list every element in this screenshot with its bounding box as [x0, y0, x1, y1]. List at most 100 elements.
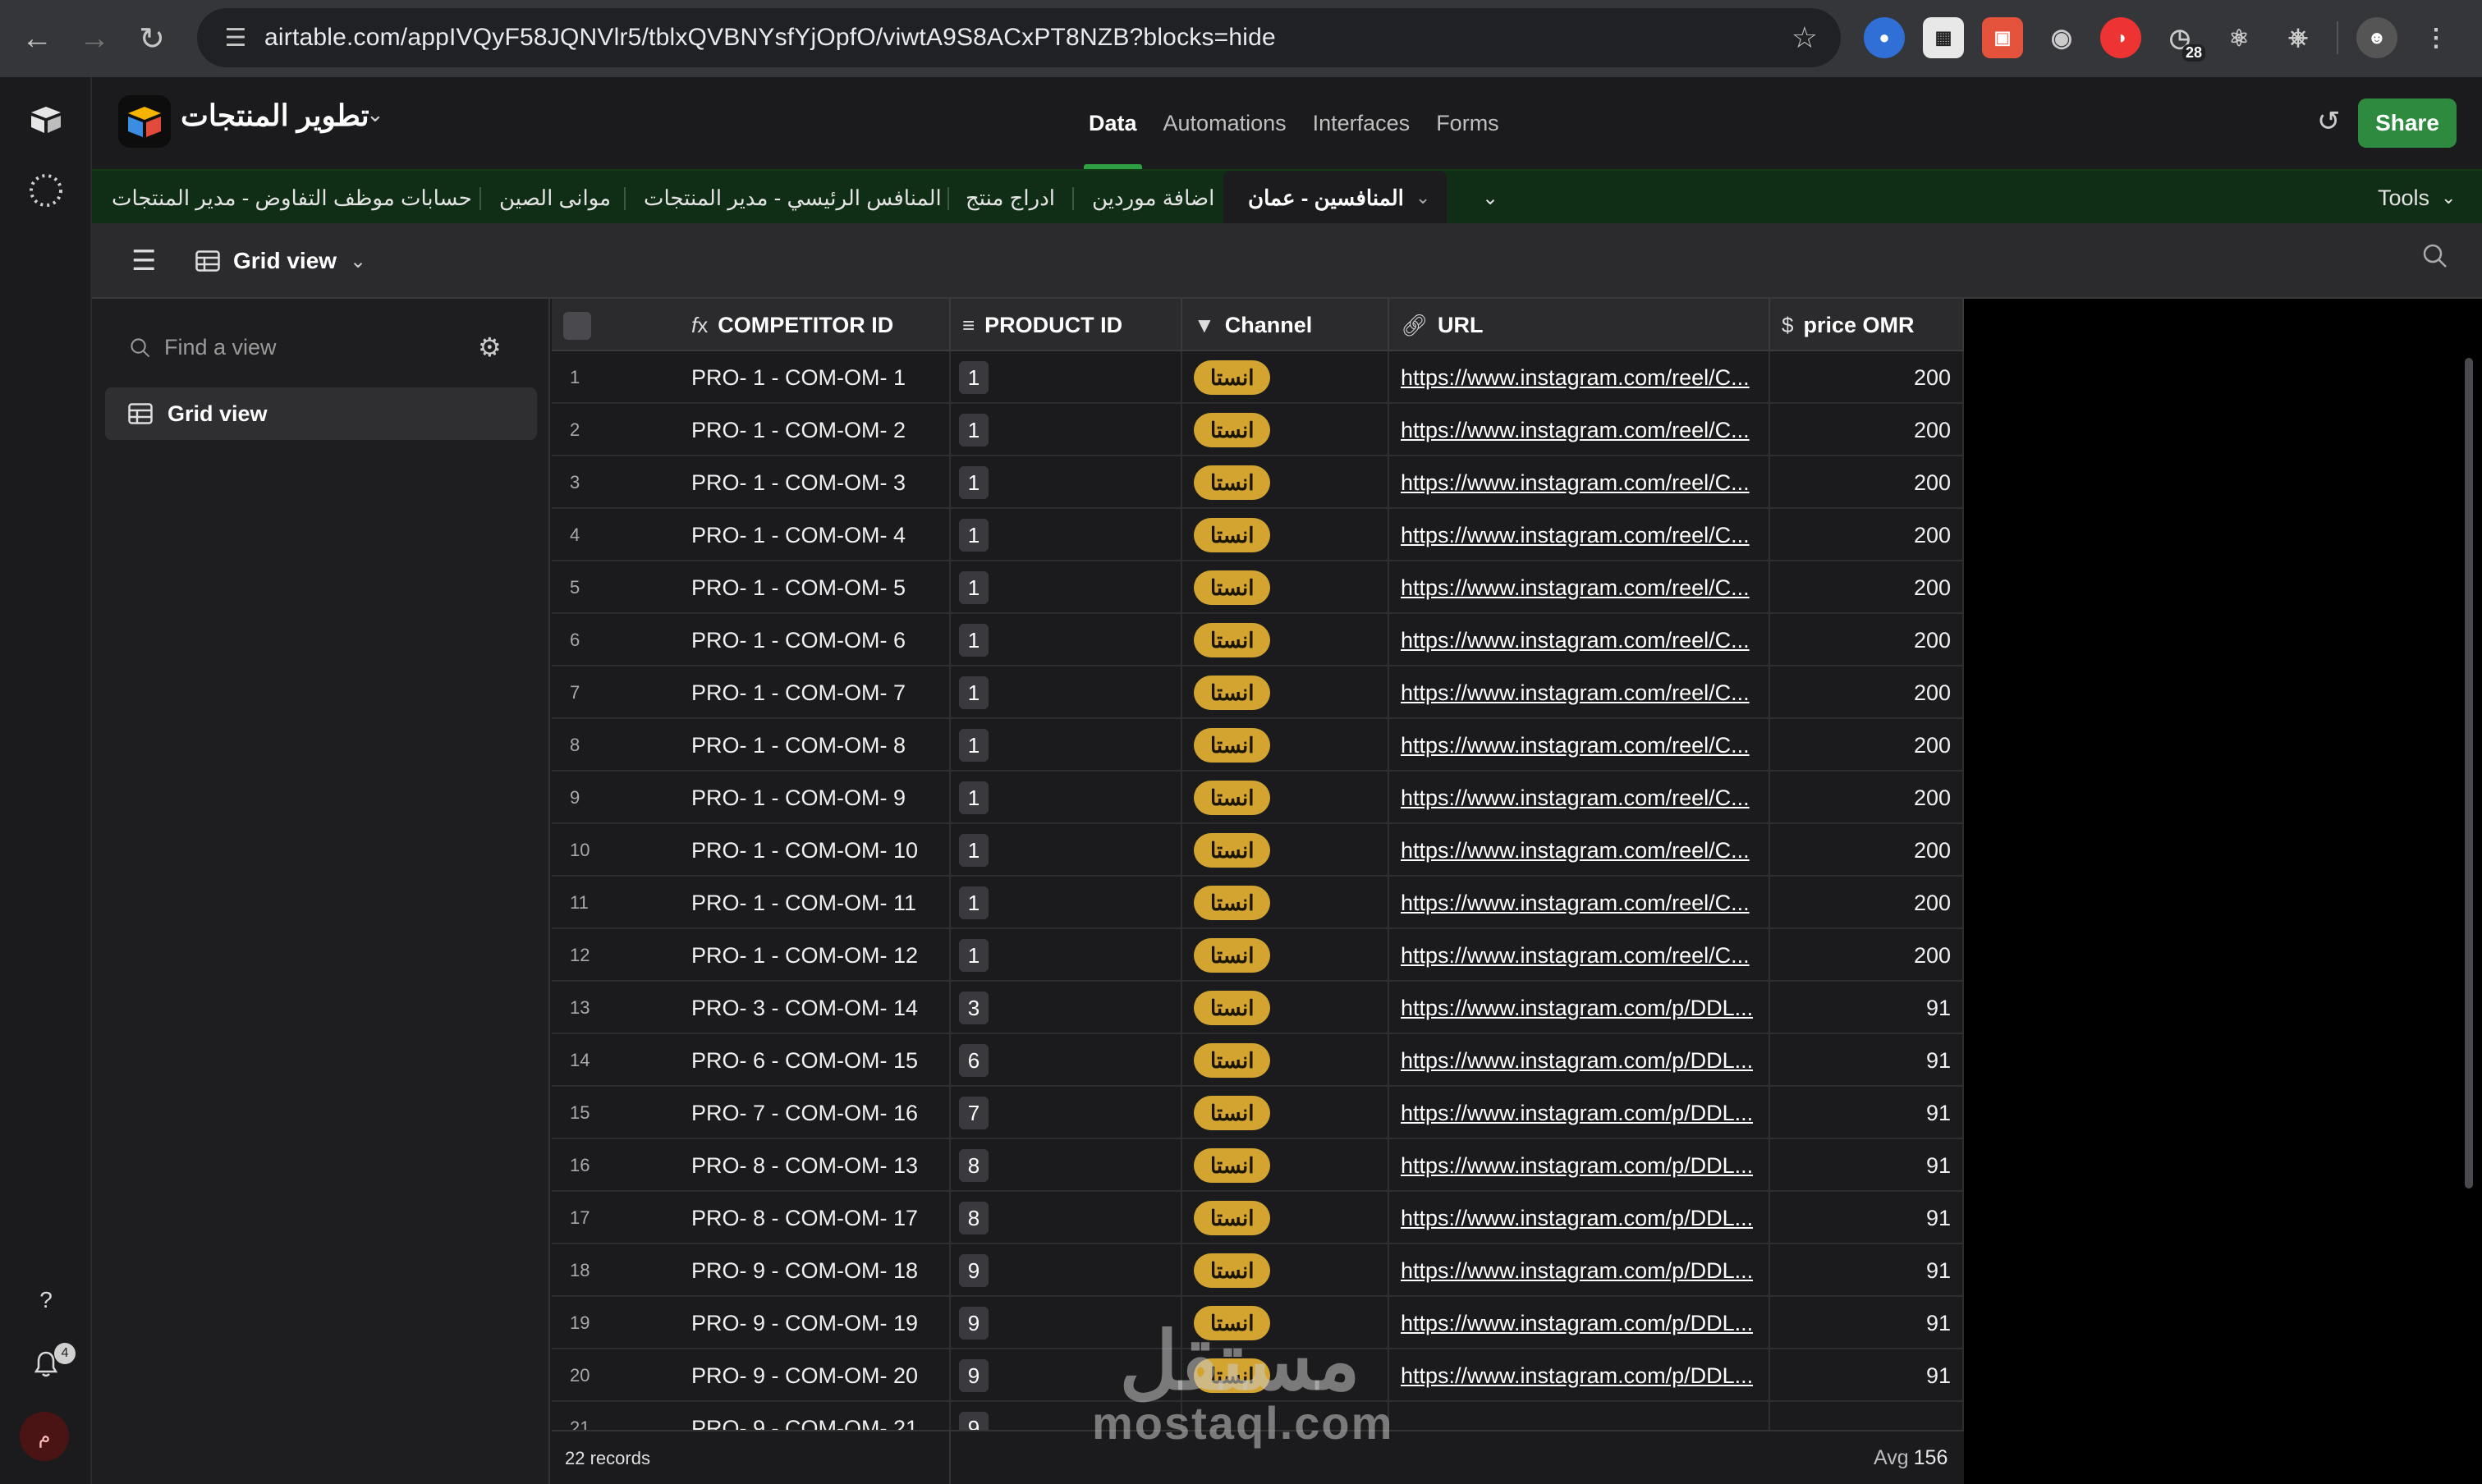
- product-id-cell[interactable]: 9: [951, 1402, 1182, 1430]
- table-row[interactable]: 8 PRO- 1 - COM-OM- 8 1 انستا https://www.ins…: [552, 719, 1964, 772]
- help-icon[interactable]: ?: [23, 1277, 69, 1323]
- share-button[interactable]: Share: [2358, 98, 2457, 148]
- url-cell[interactable]: https://www.instagram.com/reel/C...: [1389, 772, 1770, 824]
- url-link[interactable]: https://www.instagram.com/p/DDL...: [1401, 1206, 1753, 1231]
- user-avatar[interactable]: م: [20, 1412, 69, 1461]
- product-id-chip[interactable]: 1: [959, 939, 989, 972]
- table-row[interactable]: 15 PRO- 7 - COM-OM- 16 7 انستا https://www.i…: [552, 1087, 1964, 1139]
- product-id-cell[interactable]: 7: [951, 1087, 1182, 1139]
- table-row[interactable]: 18 PRO- 9 - COM-OM- 18 9 انستا https://www.i…: [552, 1244, 1964, 1297]
- competitor-id-cell[interactable]: PRO- 3 - COM-OM- 14: [680, 982, 951, 1034]
- column-header-competitor-id[interactable]: fx COMPETITOR ID: [680, 299, 951, 351]
- product-id-cell[interactable]: 1: [951, 772, 1182, 824]
- column-header-price-omr[interactable]: $ price OMR: [1770, 299, 1964, 351]
- chevron-down-icon[interactable]: ⌄: [366, 102, 384, 127]
- channel-cell[interactable]: انستا: [1182, 1192, 1389, 1244]
- product-id-cell[interactable]: 1: [951, 509, 1182, 561]
- price-cell[interactable]: 91: [1770, 1349, 1964, 1402]
- table-row[interactable]: 2 PRO- 1 - COM-OM- 2 1 انستا https://www.ins…: [552, 404, 1964, 456]
- url-cell[interactable]: https://www.instagram.com/reel/C...: [1389, 877, 1770, 929]
- product-id-chip[interactable]: 7: [959, 1097, 989, 1129]
- table-row[interactable]: 19 PRO- 9 - COM-OM- 19 9 انستا https://www.i…: [552, 1297, 1964, 1349]
- price-cell[interactable]: [1770, 1402, 1964, 1430]
- product-id-chip[interactable]: 1: [959, 729, 989, 762]
- view-switcher[interactable]: Grid view ⌄: [195, 243, 366, 279]
- price-cell[interactable]: 200: [1770, 719, 1964, 772]
- table-row[interactable]: 21 PRO- 9 - COM-OM- 21 9: [552, 1402, 1964, 1430]
- channel-cell[interactable]: انستا: [1182, 824, 1389, 877]
- url-cell[interactable]: https://www.instagram.com/p/DDL...: [1389, 1139, 1770, 1192]
- camera-extension-icon[interactable]: ◉: [2041, 17, 2082, 58]
- url-link[interactable]: https://www.instagram.com/p/DDL...: [1401, 1363, 1753, 1389]
- url-link[interactable]: https://www.instagram.com/p/DDL...: [1401, 996, 1753, 1021]
- tab-forms[interactable]: Forms: [1423, 77, 1512, 169]
- price-cell[interactable]: 200: [1770, 877, 1964, 929]
- product-id-chip[interactable]: 9: [959, 1254, 989, 1287]
- url-cell[interactable]: https://www.instagram.com/reel/C...: [1389, 404, 1770, 456]
- competitor-id-cell[interactable]: PRO- 1 - COM-OM- 1: [680, 351, 951, 404]
- product-id-cell[interactable]: 1: [951, 719, 1182, 772]
- competitor-id-cell[interactable]: PRO- 1 - COM-OM- 3: [680, 456, 951, 509]
- product-id-chip[interactable]: 8: [959, 1202, 989, 1234]
- table-row[interactable]: 5 PRO- 1 - COM-OM- 5 1 انستا https://www.ins…: [552, 561, 1964, 614]
- competitor-id-cell[interactable]: PRO- 9 - COM-OM- 20: [680, 1349, 951, 1402]
- base-logo-icon[interactable]: [118, 95, 171, 148]
- url-link[interactable]: https://www.instagram.com/reel/C...: [1401, 680, 1750, 706]
- product-id-chip[interactable]: 1: [959, 781, 989, 814]
- price-cell[interactable]: 200: [1770, 614, 1964, 666]
- competitor-id-cell[interactable]: PRO- 1 - COM-OM- 10: [680, 824, 951, 877]
- competitor-id-cell[interactable]: PRO- 1 - COM-OM- 6: [680, 614, 951, 666]
- product-id-cell[interactable]: 1: [951, 666, 1182, 719]
- tab-data[interactable]: Data: [1076, 77, 1150, 169]
- table-row[interactable]: 11 PRO- 1 - COM-OM- 11 1 انستا https://www.i…: [552, 877, 1964, 929]
- competitor-id-cell[interactable]: PRO- 1 - COM-OM- 8: [680, 719, 951, 772]
- product-id-chip[interactable]: 1: [959, 361, 989, 394]
- search-icon[interactable]: [2422, 243, 2448, 277]
- find-view-input[interactable]: Find a view: [130, 335, 277, 360]
- product-id-chip[interactable]: 1: [959, 676, 989, 709]
- channel-cell[interactable]: [1182, 1402, 1389, 1430]
- price-average-summary[interactable]: Avg 156: [1874, 1446, 1948, 1470]
- channel-cell[interactable]: انستا: [1182, 929, 1389, 982]
- url-cell[interactable]: https://www.instagram.com/p/DDL...: [1389, 1192, 1770, 1244]
- url-link[interactable]: https://www.instagram.com/reel/C...: [1401, 628, 1750, 653]
- product-id-chip[interactable]: 1: [959, 571, 989, 604]
- url-link[interactable]: https://www.instagram.com/reel/C...: [1401, 418, 1750, 443]
- url-cell[interactable]: https://www.instagram.com/reel/C...: [1389, 614, 1770, 666]
- site-settings-icon[interactable]: ☰: [207, 24, 264, 53]
- url-cell[interactable]: https://www.instagram.com/p/DDL...: [1389, 1034, 1770, 1087]
- table-row[interactable]: 1 PRO- 1 - COM-OM- 1 1 انستا https://www.ins…: [552, 351, 1964, 404]
- competitor-id-cell[interactable]: PRO- 7 - COM-OM- 16: [680, 1087, 951, 1139]
- product-id-chip[interactable]: 1: [959, 834, 989, 867]
- competitor-id-cell[interactable]: PRO- 1 - COM-OM- 4: [680, 509, 951, 561]
- history-icon[interactable]: ↺: [2317, 105, 2341, 138]
- url-cell[interactable]: [1389, 1402, 1770, 1430]
- channel-cell[interactable]: انستا: [1182, 1297, 1389, 1349]
- product-id-cell[interactable]: 1: [951, 351, 1182, 404]
- product-id-cell[interactable]: 3: [951, 982, 1182, 1034]
- product-id-chip[interactable]: 1: [959, 414, 989, 447]
- url-cell[interactable]: https://www.instagram.com/p/DDL...: [1389, 1349, 1770, 1402]
- channel-cell[interactable]: انستا: [1182, 351, 1389, 404]
- sidebar-toggle-icon[interactable]: ☰: [131, 245, 156, 277]
- url-cell[interactable]: https://www.instagram.com/reel/C...: [1389, 509, 1770, 561]
- product-id-cell[interactable]: 1: [951, 456, 1182, 509]
- competitor-id-cell[interactable]: PRO- 8 - COM-OM- 17: [680, 1192, 951, 1244]
- url-cell[interactable]: https://www.instagram.com/p/DDL...: [1389, 1087, 1770, 1139]
- reload-icon[interactable]: ↻: [123, 10, 181, 67]
- product-id-chip[interactable]: 1: [959, 519, 989, 552]
- tools-menu[interactable]: Tools ⌄: [2378, 171, 2456, 225]
- channel-cell[interactable]: انستا: [1182, 877, 1389, 929]
- omni-loading-icon[interactable]: [23, 167, 69, 213]
- competitor-id-cell[interactable]: PRO- 6 - COM-OM- 15: [680, 1034, 951, 1087]
- url-cell[interactable]: https://www.instagram.com/reel/C...: [1389, 666, 1770, 719]
- url-link[interactable]: https://www.instagram.com/p/DDL...: [1401, 1048, 1753, 1074]
- url-cell[interactable]: https://www.instagram.com/p/DDL...: [1389, 982, 1770, 1034]
- channel-cell[interactable]: انستا: [1182, 772, 1389, 824]
- back-arrow-icon[interactable]: ←: [8, 10, 66, 67]
- channel-cell[interactable]: انستا: [1182, 1087, 1389, 1139]
- product-id-chip[interactable]: 9: [959, 1359, 989, 1392]
- url-link[interactable]: https://www.instagram.com/reel/C...: [1401, 733, 1750, 758]
- column-header-product-id[interactable]: ≡ PRODUCT ID: [951, 299, 1182, 351]
- extension-blue-icon[interactable]: ●: [1864, 17, 1905, 58]
